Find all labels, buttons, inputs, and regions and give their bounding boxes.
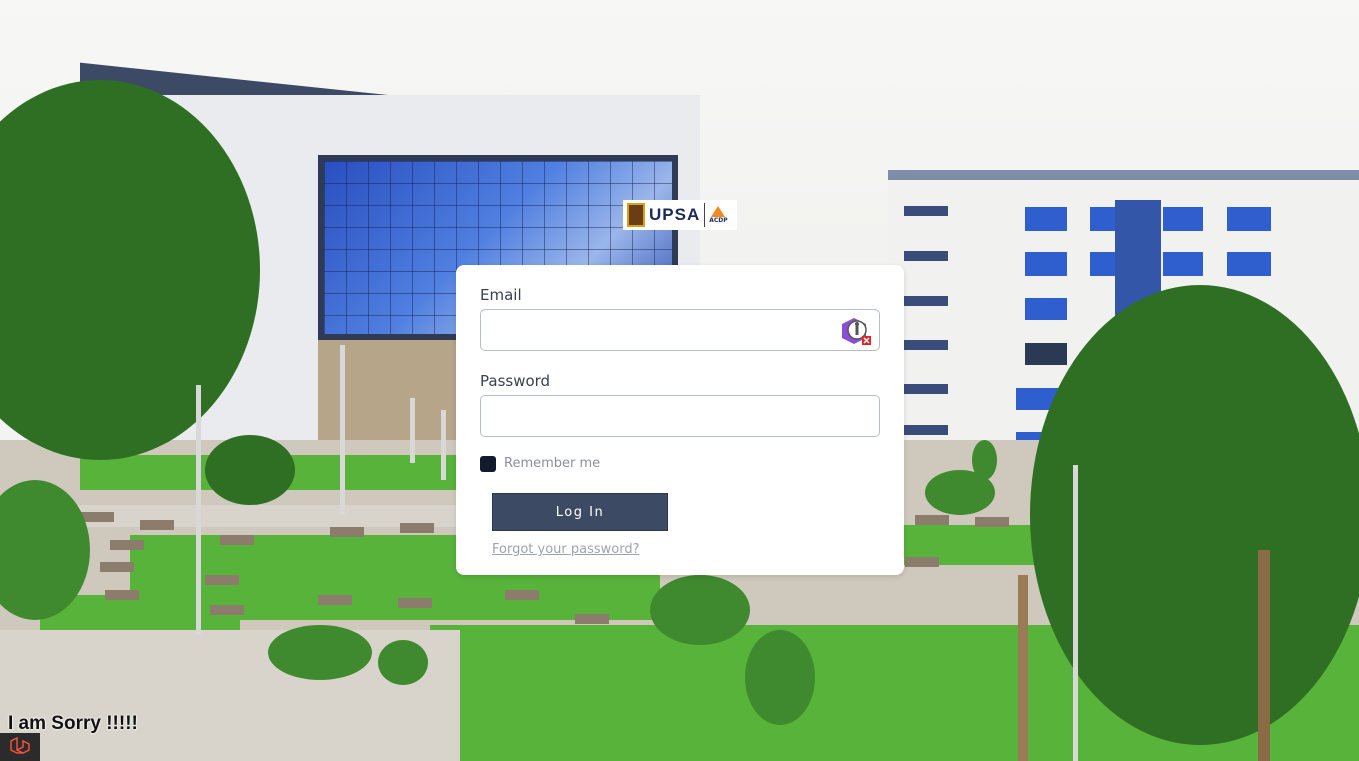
crest-icon — [627, 203, 645, 227]
password-label: Password — [480, 372, 551, 390]
logo-brand-text: UPSA — [649, 205, 701, 224]
log-in-button[interactable]: Log In — [492, 493, 668, 531]
laravel-debug-badge[interactable] — [0, 733, 40, 761]
login-card: Email Password Remember me Log In Forgot… — [456, 265, 904, 575]
forgot-password-link[interactable]: Forgot your password? — [492, 542, 640, 557]
remember-me-checkbox[interactable] — [480, 456, 496, 472]
acdp-mark: ACDP — [709, 206, 728, 224]
triangle-icon — [711, 206, 726, 217]
password-manager-icon[interactable] — [840, 316, 872, 346]
logo-divider — [704, 203, 706, 227]
upsa-acdp-logo: UPSA ACDP — [623, 200, 737, 230]
remember-me-label[interactable]: Remember me — [504, 456, 600, 471]
sorry-text: I am Sorry !!!!! — [8, 713, 138, 734]
email-label: Email — [480, 286, 522, 304]
laravel-icon — [10, 737, 30, 754]
logo-partner-text: ACDP — [709, 217, 728, 224]
email-field[interactable] — [480, 309, 880, 351]
password-field[interactable] — [480, 395, 880, 437]
